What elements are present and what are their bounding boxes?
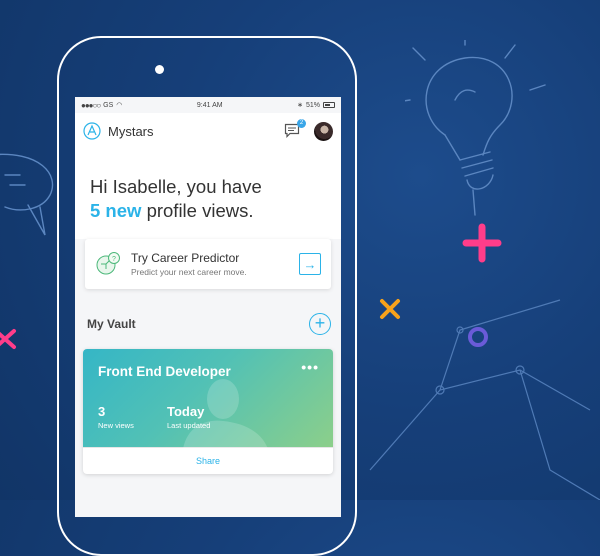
greeting-line2-rest: profile views. [146, 200, 254, 221]
status-bar: ●●●○○ GS ◠ 9:41 AM ∗ 51% [75, 97, 341, 113]
mystars-logo-icon [83, 122, 101, 140]
new-views-stat: 3 New views [98, 404, 134, 430]
predictor-subtitle: Predict your next career move. [131, 267, 247, 277]
battery-percent: 51% [305, 101, 320, 109]
add-vault-item-button[interactable]: + [309, 313, 331, 335]
vault-card-title: Front End Developer [98, 364, 231, 379]
new-views-value: 3 [98, 404, 106, 419]
cross-icon [380, 299, 400, 319]
ring-icon [468, 327, 488, 347]
app-bar: Mystars 2 [75, 113, 341, 149]
greeting: Hi Isabelle, you have 5 new profile view… [75, 149, 341, 239]
cross-icon [0, 329, 16, 349]
avatar[interactable] [314, 121, 333, 141]
svg-text:?: ? [112, 256, 116, 263]
carrier-label: GS [103, 101, 114, 109]
lightbulb-icon [405, 40, 546, 216]
last-updated-label: Last updated [167, 421, 211, 430]
app-screen: ●●●○○ GS ◠ 9:41 AM ∗ 51% Mystars 2 Hi Is… [75, 97, 341, 517]
greeting-line2: 5 new profile views. [90, 199, 326, 223]
status-time: 9:41 AM [196, 101, 223, 109]
arrow-right-icon: → [303, 256, 317, 272]
message-badge: 2 [297, 119, 306, 128]
predictor-title: Try Career Predictor [131, 251, 240, 265]
career-predictor-icon: ? [96, 252, 120, 275]
last-updated-stat: Today Last updated [167, 404, 210, 430]
last-updated-value: Today [167, 404, 205, 419]
more-options-icon[interactable]: ••• [301, 359, 319, 375]
signal-icon: ●●●○○ [81, 100, 101, 110]
greeting-line1: Hi Isabelle, you have [90, 176, 262, 197]
vault-card[interactable]: Front End Developer ••• 3 New views Toda… [83, 349, 333, 474]
vault-header: My Vault + [75, 311, 341, 337]
phone-camera [155, 65, 164, 74]
plus-icon: + [314, 313, 326, 333]
share-button[interactable]: Share [83, 447, 333, 474]
plus-icon [462, 223, 502, 263]
vault-card-header: Front End Developer ••• 3 New views Toda… [83, 349, 333, 449]
wifi-icon: ◠ [116, 102, 123, 109]
predictor-arrow-button[interactable]: → [299, 253, 321, 275]
brand[interactable]: Mystars [83, 122, 154, 140]
battery-icon [322, 102, 335, 108]
vault-title: My Vault [87, 317, 136, 331]
messages-button[interactable]: 2 [284, 119, 306, 139]
bluetooth-icon: ∗ [297, 102, 303, 109]
career-predictor-card[interactable]: ? Try Career Predictor Predict your next… [85, 239, 331, 289]
profile-views-count[interactable]: 5 new [90, 200, 141, 221]
app-title: Mystars [108, 123, 154, 139]
new-views-label: New views [98, 421, 134, 430]
